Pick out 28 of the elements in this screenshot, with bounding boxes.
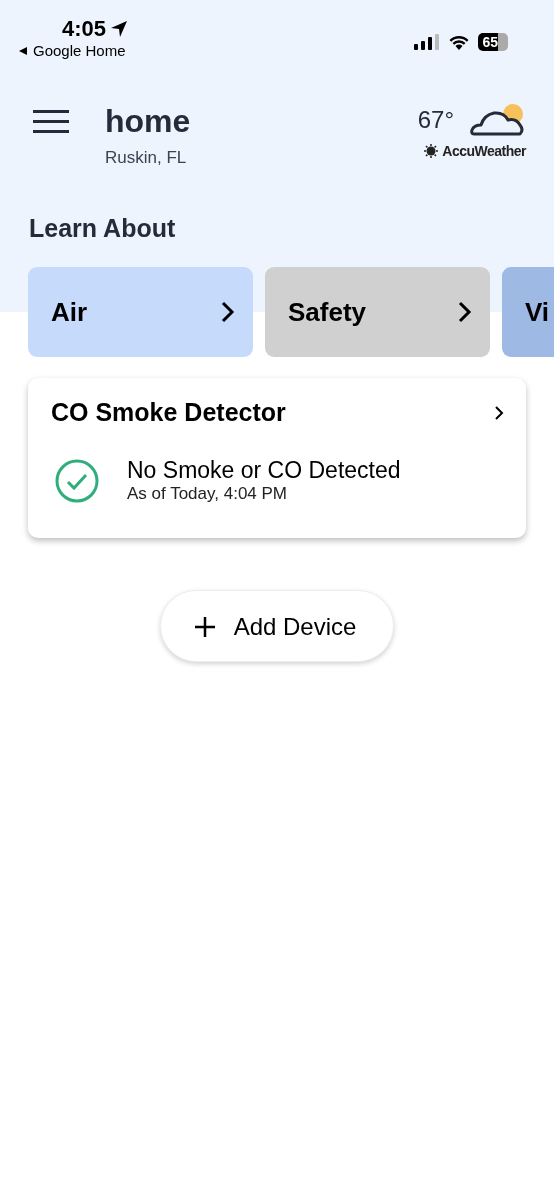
sun-logo-icon <box>424 144 439 158</box>
menu-icon[interactable] <box>33 109 69 135</box>
partly-cloudy-icon <box>470 103 526 137</box>
back-link[interactable]: Google Home <box>33 42 126 59</box>
wifi-icon <box>448 34 471 50</box>
home-title: home <box>105 103 192 140</box>
battery-indicator: 65 <box>478 33 508 51</box>
location-label: Ruskin, FL <box>105 148 188 168</box>
section-heading: Learn About <box>28 213 177 244</box>
chevron-right-icon <box>221 301 235 323</box>
temperature: 67° <box>417 106 454 134</box>
chevron-right-icon <box>458 301 472 323</box>
weather-source: AccuWeather <box>442 143 526 159</box>
back-arrow-icon[interactable] <box>18 45 28 56</box>
updated-time: As of Today, 4:04 PM <box>127 484 288 504</box>
topic-card[interactable]: Vi <box>502 267 554 357</box>
check-circle-icon <box>55 458 99 503</box>
add-device-button[interactable]: Add Device <box>159 590 395 662</box>
topic-card[interactable]: Air <box>28 267 253 357</box>
status-time: 4:05 <box>62 16 107 42</box>
status-text: No Smoke or CO Detected <box>127 457 401 484</box>
device-card[interactable]: CO Smoke Detector No Smoke or CO Detected As of Today, 4:04 PM <box>28 378 526 538</box>
plus-icon <box>193 616 216 638</box>
device-name: CO Smoke Detector <box>51 398 286 427</box>
signal-icon <box>414 34 441 50</box>
chevron-right-icon <box>494 405 504 420</box>
location-arrow-icon <box>110 20 129 38</box>
topic-card[interactable]: Safety <box>265 267 490 357</box>
